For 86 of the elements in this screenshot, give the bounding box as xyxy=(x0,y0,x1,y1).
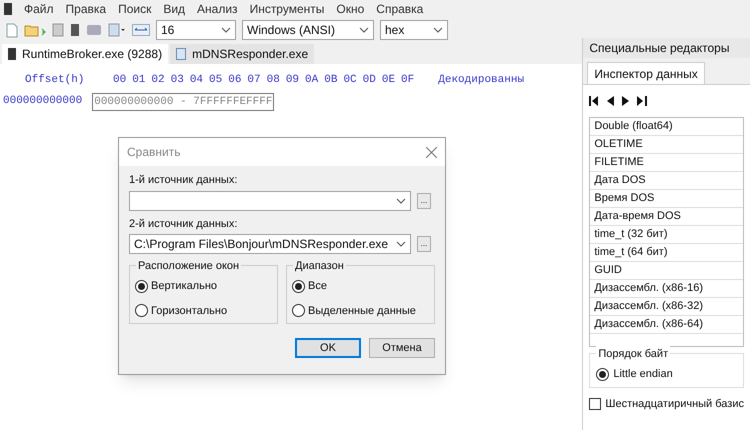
width-icon[interactable] xyxy=(132,24,150,36)
checkbox-label: Шестнадцатиричный базис xyxy=(605,396,744,412)
field-label: 2-й источник данных: xyxy=(129,216,238,232)
radio-button[interactable] xyxy=(135,280,148,293)
column-header: 05 xyxy=(209,73,222,88)
column-header: 0C xyxy=(343,73,357,88)
radio-label: Все xyxy=(308,279,327,294)
chip-icon[interactable] xyxy=(70,23,80,37)
dropdown-caret-icon xyxy=(396,198,406,204)
format-select[interactable]: hex xyxy=(380,20,448,40)
bytes-per-row-select[interactable]: 16 xyxy=(156,20,236,40)
source-select[interactable]: C:\Program Files\Bonjour\mDNSResponder.exe xyxy=(129,234,411,254)
type-row[interactable]: Время DOS xyxy=(590,190,743,208)
radio-button[interactable] xyxy=(596,368,610,381)
dropdown-caret-icon xyxy=(221,27,231,33)
type-row[interactable]: Double (float64) xyxy=(590,118,743,136)
column-header: 0B xyxy=(324,73,338,88)
app-icon xyxy=(4,3,12,15)
type-row[interactable]: FILETIME xyxy=(590,154,743,172)
radio-label: Вертикально xyxy=(151,279,218,294)
radio-label: Выделенные данные xyxy=(308,304,416,318)
type-row[interactable]: OLETIME xyxy=(590,136,743,154)
column-header: 0F xyxy=(401,73,414,88)
radio-button[interactable] xyxy=(292,280,305,293)
column-header: 04 xyxy=(190,73,204,88)
browse-button[interactable]: ... xyxy=(417,236,431,252)
last-icon[interactable] xyxy=(637,96,648,106)
column-header: 07 xyxy=(247,73,261,88)
menu-item[interactable]: Анализ xyxy=(197,0,238,18)
open-folder-icon[interactable] xyxy=(24,23,46,37)
dropdown-caret-icon xyxy=(359,27,369,33)
chip-icon xyxy=(8,48,16,60)
document-tab[interactable]: mDNSResponder.exe xyxy=(170,44,314,64)
column-header: 03 xyxy=(170,73,184,88)
type-row[interactable]: Дизассембл. (x86-64) xyxy=(590,316,743,334)
type-row[interactable]: Дизассембл. (x86-16) xyxy=(590,280,743,298)
dialog-title: Сравнить xyxy=(127,144,180,161)
close-icon[interactable] xyxy=(426,146,437,158)
file-icon xyxy=(176,48,186,60)
menu-item[interactable]: Файл xyxy=(24,0,54,18)
first-icon[interactable] xyxy=(589,96,600,106)
dialog-button[interactable]: OK xyxy=(295,338,361,358)
group-title: Диапазон xyxy=(293,258,346,274)
menu-item[interactable]: Инструменты xyxy=(250,0,324,18)
menu-item[interactable]: Поиск xyxy=(118,0,152,18)
inspector-tab[interactable]: Инспектор данных xyxy=(587,62,705,84)
panel-title: Специальные редакторы xyxy=(583,38,750,58)
group-title: Порядок байт xyxy=(596,346,670,362)
dropdown-caret-icon xyxy=(396,241,406,247)
dialog-button[interactable]: Отмена xyxy=(369,338,435,358)
address-range: 000000000000 - 7FFFFFFEFFFF xyxy=(92,92,274,111)
type-row[interactable]: GUID xyxy=(590,262,743,280)
field-label: 1-й источник данных: xyxy=(129,173,238,188)
radio-label: Little endian xyxy=(613,367,673,382)
browse-button[interactable]: ... xyxy=(417,192,431,208)
radio-button[interactable] xyxy=(292,304,305,318)
column-header: 06 xyxy=(228,73,242,88)
type-row[interactable]: time_t (64 бит) xyxy=(590,244,743,262)
previous-icon[interactable] xyxy=(607,96,614,106)
menu-item[interactable]: Правка xyxy=(66,0,106,18)
menu-item[interactable]: Окно xyxy=(336,0,364,18)
radio-label: Горизонтально xyxy=(151,304,228,318)
type-row[interactable]: Дизассембл. (x86-32) xyxy=(590,298,743,316)
next-icon[interactable] xyxy=(622,96,630,106)
row-offset: 000000000000 xyxy=(3,94,82,108)
radio-button[interactable] xyxy=(135,304,148,318)
column-header: 0D xyxy=(362,73,376,88)
decoded-header: Декодированны xyxy=(438,73,524,88)
type-row[interactable]: Дата-время DOS xyxy=(590,208,743,226)
checkbox[interactable] xyxy=(589,398,602,410)
column-header: 09 xyxy=(286,73,300,88)
column-header: 0E xyxy=(382,73,396,88)
type-row[interactable]: Дата DOS xyxy=(590,172,743,190)
dropdown-caret-icon xyxy=(433,27,443,33)
document-tab[interactable]: RuntimeBroker.exe (9288) xyxy=(2,44,168,64)
column-header: 08 xyxy=(266,73,280,88)
column-header: 00 xyxy=(113,73,126,88)
offset-header: Offset(h) xyxy=(25,73,86,88)
column-header: 0A xyxy=(305,73,318,88)
encoding-select[interactable]: Windows (ANSI) xyxy=(242,20,374,40)
column-header: 02 xyxy=(151,73,165,88)
type-row[interactable]: time_t (32 бит) xyxy=(590,226,743,244)
source-select[interactable] xyxy=(129,190,411,210)
menu-item[interactable]: Справка xyxy=(376,0,424,18)
menu-item[interactable]: Вид xyxy=(163,0,186,18)
column-header: 01 xyxy=(132,73,146,88)
